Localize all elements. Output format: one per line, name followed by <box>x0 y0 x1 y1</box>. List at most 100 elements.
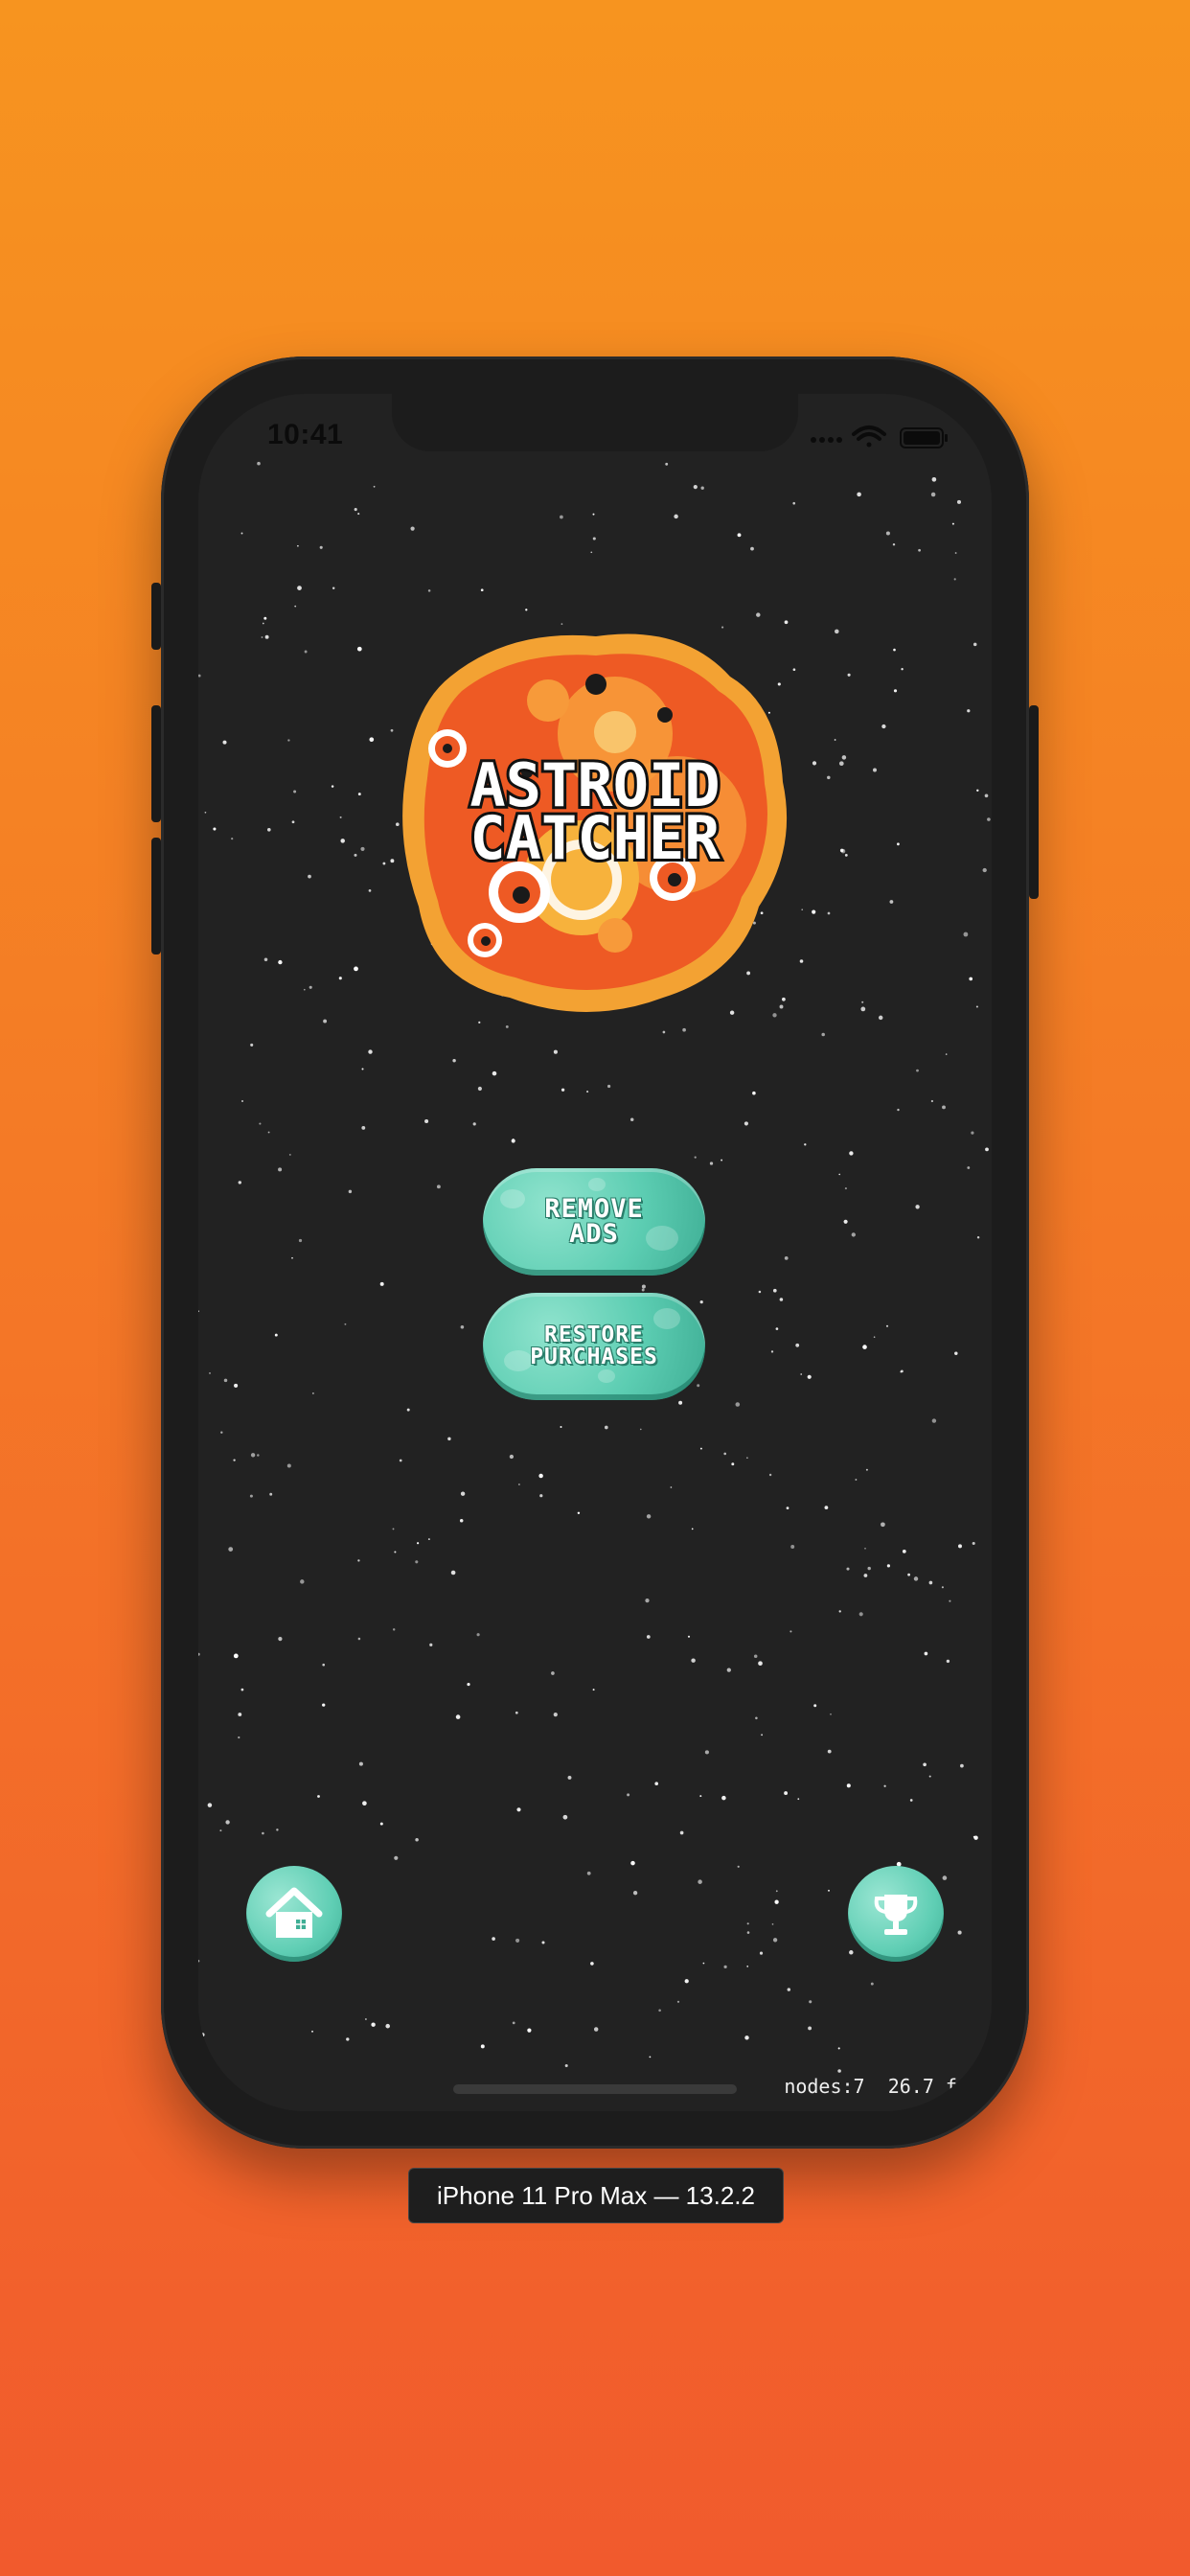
star <box>721 1795 726 1801</box>
star <box>459 1518 464 1523</box>
star <box>812 909 816 914</box>
star <box>492 1937 495 1941</box>
star <box>902 1550 906 1553</box>
star <box>759 1951 764 1955</box>
star <box>735 1402 741 1407</box>
star <box>752 1091 756 1095</box>
star <box>784 1256 789 1260</box>
star <box>360 846 365 851</box>
star <box>560 1425 562 1429</box>
star <box>505 1024 509 1028</box>
star <box>593 2027 599 2032</box>
star <box>209 1372 211 1374</box>
star <box>512 2021 515 2025</box>
star <box>834 739 836 741</box>
star <box>399 1459 402 1462</box>
star <box>858 1612 863 1617</box>
star <box>234 1383 239 1388</box>
star <box>450 1570 456 1576</box>
trophy-icon <box>874 1895 918 1935</box>
star <box>792 501 795 505</box>
star <box>231 837 234 840</box>
star <box>385 2023 390 2029</box>
star <box>849 1950 854 1955</box>
star <box>427 1538 430 1541</box>
star <box>758 1661 763 1667</box>
star <box>973 1835 975 1838</box>
star <box>264 634 269 639</box>
star <box>238 1736 240 1739</box>
star <box>886 1564 891 1568</box>
star <box>863 1574 868 1577</box>
star <box>771 1923 774 1925</box>
star <box>930 1099 934 1103</box>
star <box>649 2056 652 2058</box>
restore-purchases-button[interactable]: RESTORE PURCHASES <box>483 1293 705 1400</box>
star <box>838 1610 841 1613</box>
star <box>339 816 342 818</box>
leaderboard-button[interactable] <box>848 1866 944 1962</box>
star <box>772 1288 777 1293</box>
star <box>916 1069 919 1072</box>
star <box>963 932 969 937</box>
star <box>790 1630 792 1633</box>
game-screen[interactable]: 10:41 ASTROID CATCHER REMOVE ADS RESTORE… <box>198 394 992 2111</box>
star <box>808 2026 812 2031</box>
star <box>238 1181 242 1184</box>
star <box>958 1544 962 1549</box>
star <box>812 761 817 766</box>
star <box>476 1633 480 1637</box>
star <box>238 1713 242 1716</box>
star <box>907 1573 910 1576</box>
star <box>357 1559 360 1562</box>
star <box>390 728 394 732</box>
star <box>861 1000 864 1003</box>
star <box>967 709 971 713</box>
star <box>362 1801 367 1806</box>
star <box>723 1965 727 1969</box>
star <box>368 889 372 892</box>
star <box>909 1799 913 1802</box>
star <box>630 1860 635 1866</box>
star <box>699 1795 702 1798</box>
star <box>198 1960 200 1963</box>
star <box>394 1551 397 1553</box>
logo-title-line-2: CATCHER <box>469 803 721 873</box>
star <box>262 622 264 625</box>
star <box>982 867 987 873</box>
star <box>356 646 362 652</box>
star <box>928 1580 933 1585</box>
star <box>371 2022 376 2027</box>
game-logo: ASTROID CATCHER <box>402 633 788 1012</box>
star <box>790 1545 795 1549</box>
star <box>737 533 742 538</box>
star <box>676 2000 680 2003</box>
star <box>838 761 844 767</box>
star <box>951 522 954 525</box>
star <box>322 1663 326 1667</box>
home-button[interactable] <box>246 1866 342 1962</box>
star <box>518 1484 520 1485</box>
notch <box>392 394 798 451</box>
simulator-device-label: iPhone 11 Pro Max — 13.2.2 <box>408 2168 784 2223</box>
star <box>480 2044 485 2049</box>
star <box>629 1117 634 1121</box>
star <box>838 1173 841 1176</box>
star <box>322 1703 326 1707</box>
star <box>941 1586 944 1589</box>
star <box>379 1281 384 1286</box>
star <box>266 827 271 832</box>
star <box>841 755 847 760</box>
home-indicator[interactable] <box>453 2084 737 2094</box>
star <box>843 1219 848 1224</box>
star <box>632 1891 638 1896</box>
star <box>682 1027 686 1032</box>
button-texture <box>504 1350 533 1371</box>
star <box>297 586 302 590</box>
star <box>250 1453 256 1458</box>
star <box>835 629 839 634</box>
star <box>309 985 312 989</box>
star <box>913 1576 919 1581</box>
remove-ads-button[interactable]: REMOVE ADS <box>483 1168 705 1276</box>
star <box>972 1541 975 1546</box>
